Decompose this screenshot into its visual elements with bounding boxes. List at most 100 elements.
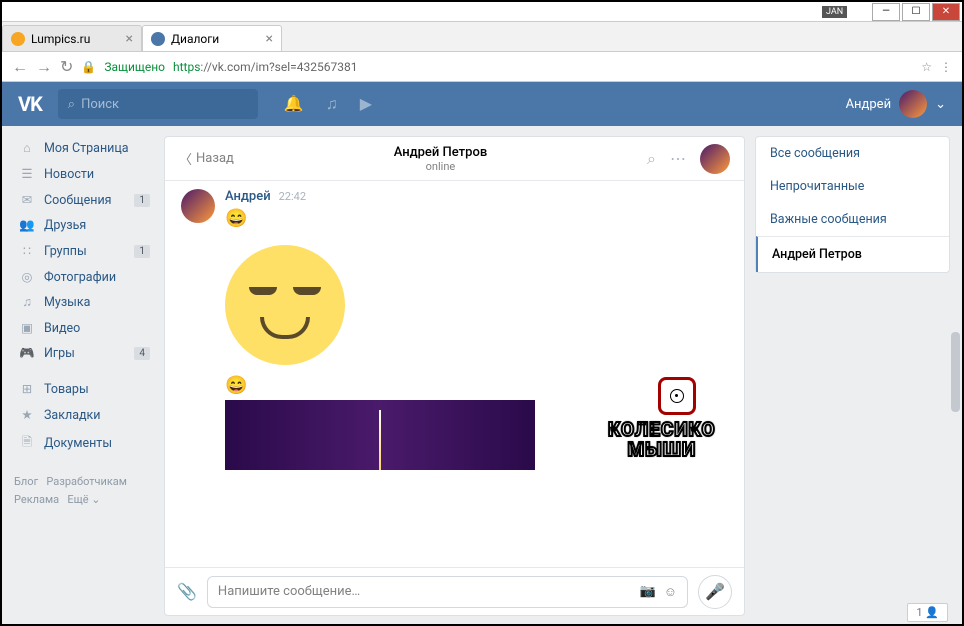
search-icon: ⌕ [68,97,75,112]
chat-messages[interactable]: Андрей 22:42 😄 😄 [165,181,744,567]
nav-label: Видео [44,321,80,336]
search-input[interactable]: ⌕ Поиск [58,89,258,119]
search-icon[interactable]: ⌕ [647,149,656,169]
nav-label: Игры [44,346,75,361]
nav-icon: ✉ [18,192,36,208]
chat-header: 〈 Назад Андрей Петров online ⌕ ⋯ [165,137,744,181]
sidebar-item[interactable]: ✉Сообщения1 [14,187,154,213]
scrollbar-thumb[interactable] [951,332,960,412]
autoscroll-cursor-icon [658,377,696,415]
nav-icon: 🗎 [18,433,36,454]
right-panel: Все сообщения Непрочитанные Важные сообщ… [755,136,950,616]
sidebar-item[interactable]: ♫Музыка [14,290,154,315]
nav-label: Документы [44,436,112,451]
menu-icon[interactable]: ⋮ [940,60,952,74]
chat-status: online [244,160,637,173]
online-count[interactable]: 1 👤 [907,603,948,622]
nav-label: Фотографии [44,270,116,285]
footer-blog[interactable]: Блог [14,475,38,488]
sidebar-item[interactable]: ∷Группы1 [14,238,154,264]
emoji-picker-icon[interactable]: ☺ [664,584,677,600]
nav-icon: 👥 [18,218,36,233]
sidebar-item[interactable]: ▣ Видео [14,315,154,341]
forward-icon[interactable]: → [36,57,52,77]
badge: 1 [134,245,150,258]
filter-important[interactable]: Важные сообщения [756,203,949,236]
lock-icon: 🔒 [81,60,96,74]
user-name: Андрей [846,97,892,112]
attach-icon[interactable]: 📎 [177,582,197,601]
avatar [899,90,927,118]
filter-all[interactable]: Все сообщения [756,137,949,170]
user-menu[interactable]: Андрей ⌄ [846,90,946,118]
vk-header: VK ⌕ Поиск 🔔 ♫ ▶ Андрей ⌄ [2,82,962,126]
vk-logo-icon[interactable]: VK [18,92,42,116]
close-tab-icon[interactable]: × [266,31,273,47]
bell-icon[interactable]: 🔔 [284,94,304,114]
video-icon[interactable]: ▶ [360,94,372,114]
address-bar: ← → ↻ 🔒 Защищено https://vk.com/im?sel=4… [2,52,962,82]
nav-label: Закладки [44,408,101,423]
vk-body: ⌂ Моя Страница ☰ Новости ✉ Сообщения 1 👥 Друзья ∷… [2,126,962,626]
nav-label: Новости [44,167,94,182]
sidebar-item[interactable]: ◎Фотографии [14,264,154,290]
chat-title[interactable]: Андрей Петров [244,145,637,160]
sidebar-item[interactable]: 🗎 Документы [14,428,154,459]
attached-image[interactable] [225,400,535,470]
nav-icon: 🎮 [18,346,36,361]
active-conversation[interactable]: Андрей Петров [756,236,949,272]
sticker[interactable] [225,245,345,365]
voice-button[interactable]: 🎤 [698,575,732,609]
nav-label: Товары [44,382,89,397]
footer-ads[interactable]: Реклама [14,493,59,506]
back-button[interactable]: 〈 Назад [179,149,234,168]
maximize-button[interactable]: ☐ [902,3,930,21]
search-placeholder: Поиск [81,97,119,112]
titlebar: JAN — ☐ ✕ [2,2,962,22]
reload-icon[interactable]: ↻ [60,57,73,76]
nav-label: Моя Страница [44,141,129,156]
close-tab-icon[interactable]: × [126,31,133,47]
back-icon[interactable]: ← [12,57,28,77]
nav-label: Музыка [44,295,90,310]
footer-links: Блог Разработчикам Реклама Ещё ⌄ [14,473,154,508]
url-input[interactable]: https://vk.com/im?sel=432567381 [173,60,913,74]
extension-badge: JAN [822,6,847,18]
avatar[interactable] [181,189,215,223]
nav-icon: ☰ [18,166,36,182]
badge: 4 [134,347,150,360]
tab-dialogs[interactable]: Диалоги × [142,25,282,51]
footer-more[interactable]: Ещё ⌄ [67,493,100,506]
sidebar-item[interactable]: 🎮 Игры 4 [14,341,154,366]
emoji-icon: 😄 [225,375,535,396]
star-icon[interactable]: ☆ [921,60,932,74]
sidebar-item[interactable]: ⌂ Моя Страница [14,136,154,161]
nav-icon: ▣ [18,320,36,336]
sidebar-item[interactable]: 👥 Друзья [14,213,154,238]
sidebar-item[interactable]: ☰ Новости [14,161,154,187]
sidebar-item[interactable]: ★Закладки [14,402,154,428]
nav-label: Друзья [44,218,86,233]
minimize-button[interactable]: — [872,3,900,21]
avatar[interactable] [700,144,730,174]
tab-label: Lumpics.ru [31,32,90,46]
browser-tabs: Lumpics.ru × Диалоги × [2,22,962,52]
tab-label: Диалоги [171,32,219,46]
chevron-down-icon: ⌄ [935,97,946,112]
camera-icon[interactable]: 📷 [640,584,656,599]
more-icon[interactable]: ⋯ [670,149,686,168]
close-button[interactable]: ✕ [932,3,960,21]
emoji-icon: 😄 [225,208,535,229]
filter-unread[interactable]: Непрочитанные [756,170,949,203]
music-icon[interactable]: ♫ [326,94,338,114]
sender-name[interactable]: Андрей [225,189,271,204]
nav-icon: ⊞ [18,381,36,397]
message-input[interactable]: Напишите сообщение… 📷 ☺ [207,576,688,608]
sidebar-item[interactable]: ⊞ Товары [14,376,154,402]
tab-lumpics[interactable]: Lumpics.ru × [2,25,142,51]
compose-bar: 📎 Напишите сообщение… 📷 ☺ 🎤 [165,567,744,615]
nav-icon: ⌂ [18,141,36,156]
footer-dev[interactable]: Разработчикам [46,475,127,488]
nav-label: Сообщения [44,193,112,208]
message-time: 22:42 [279,190,306,203]
